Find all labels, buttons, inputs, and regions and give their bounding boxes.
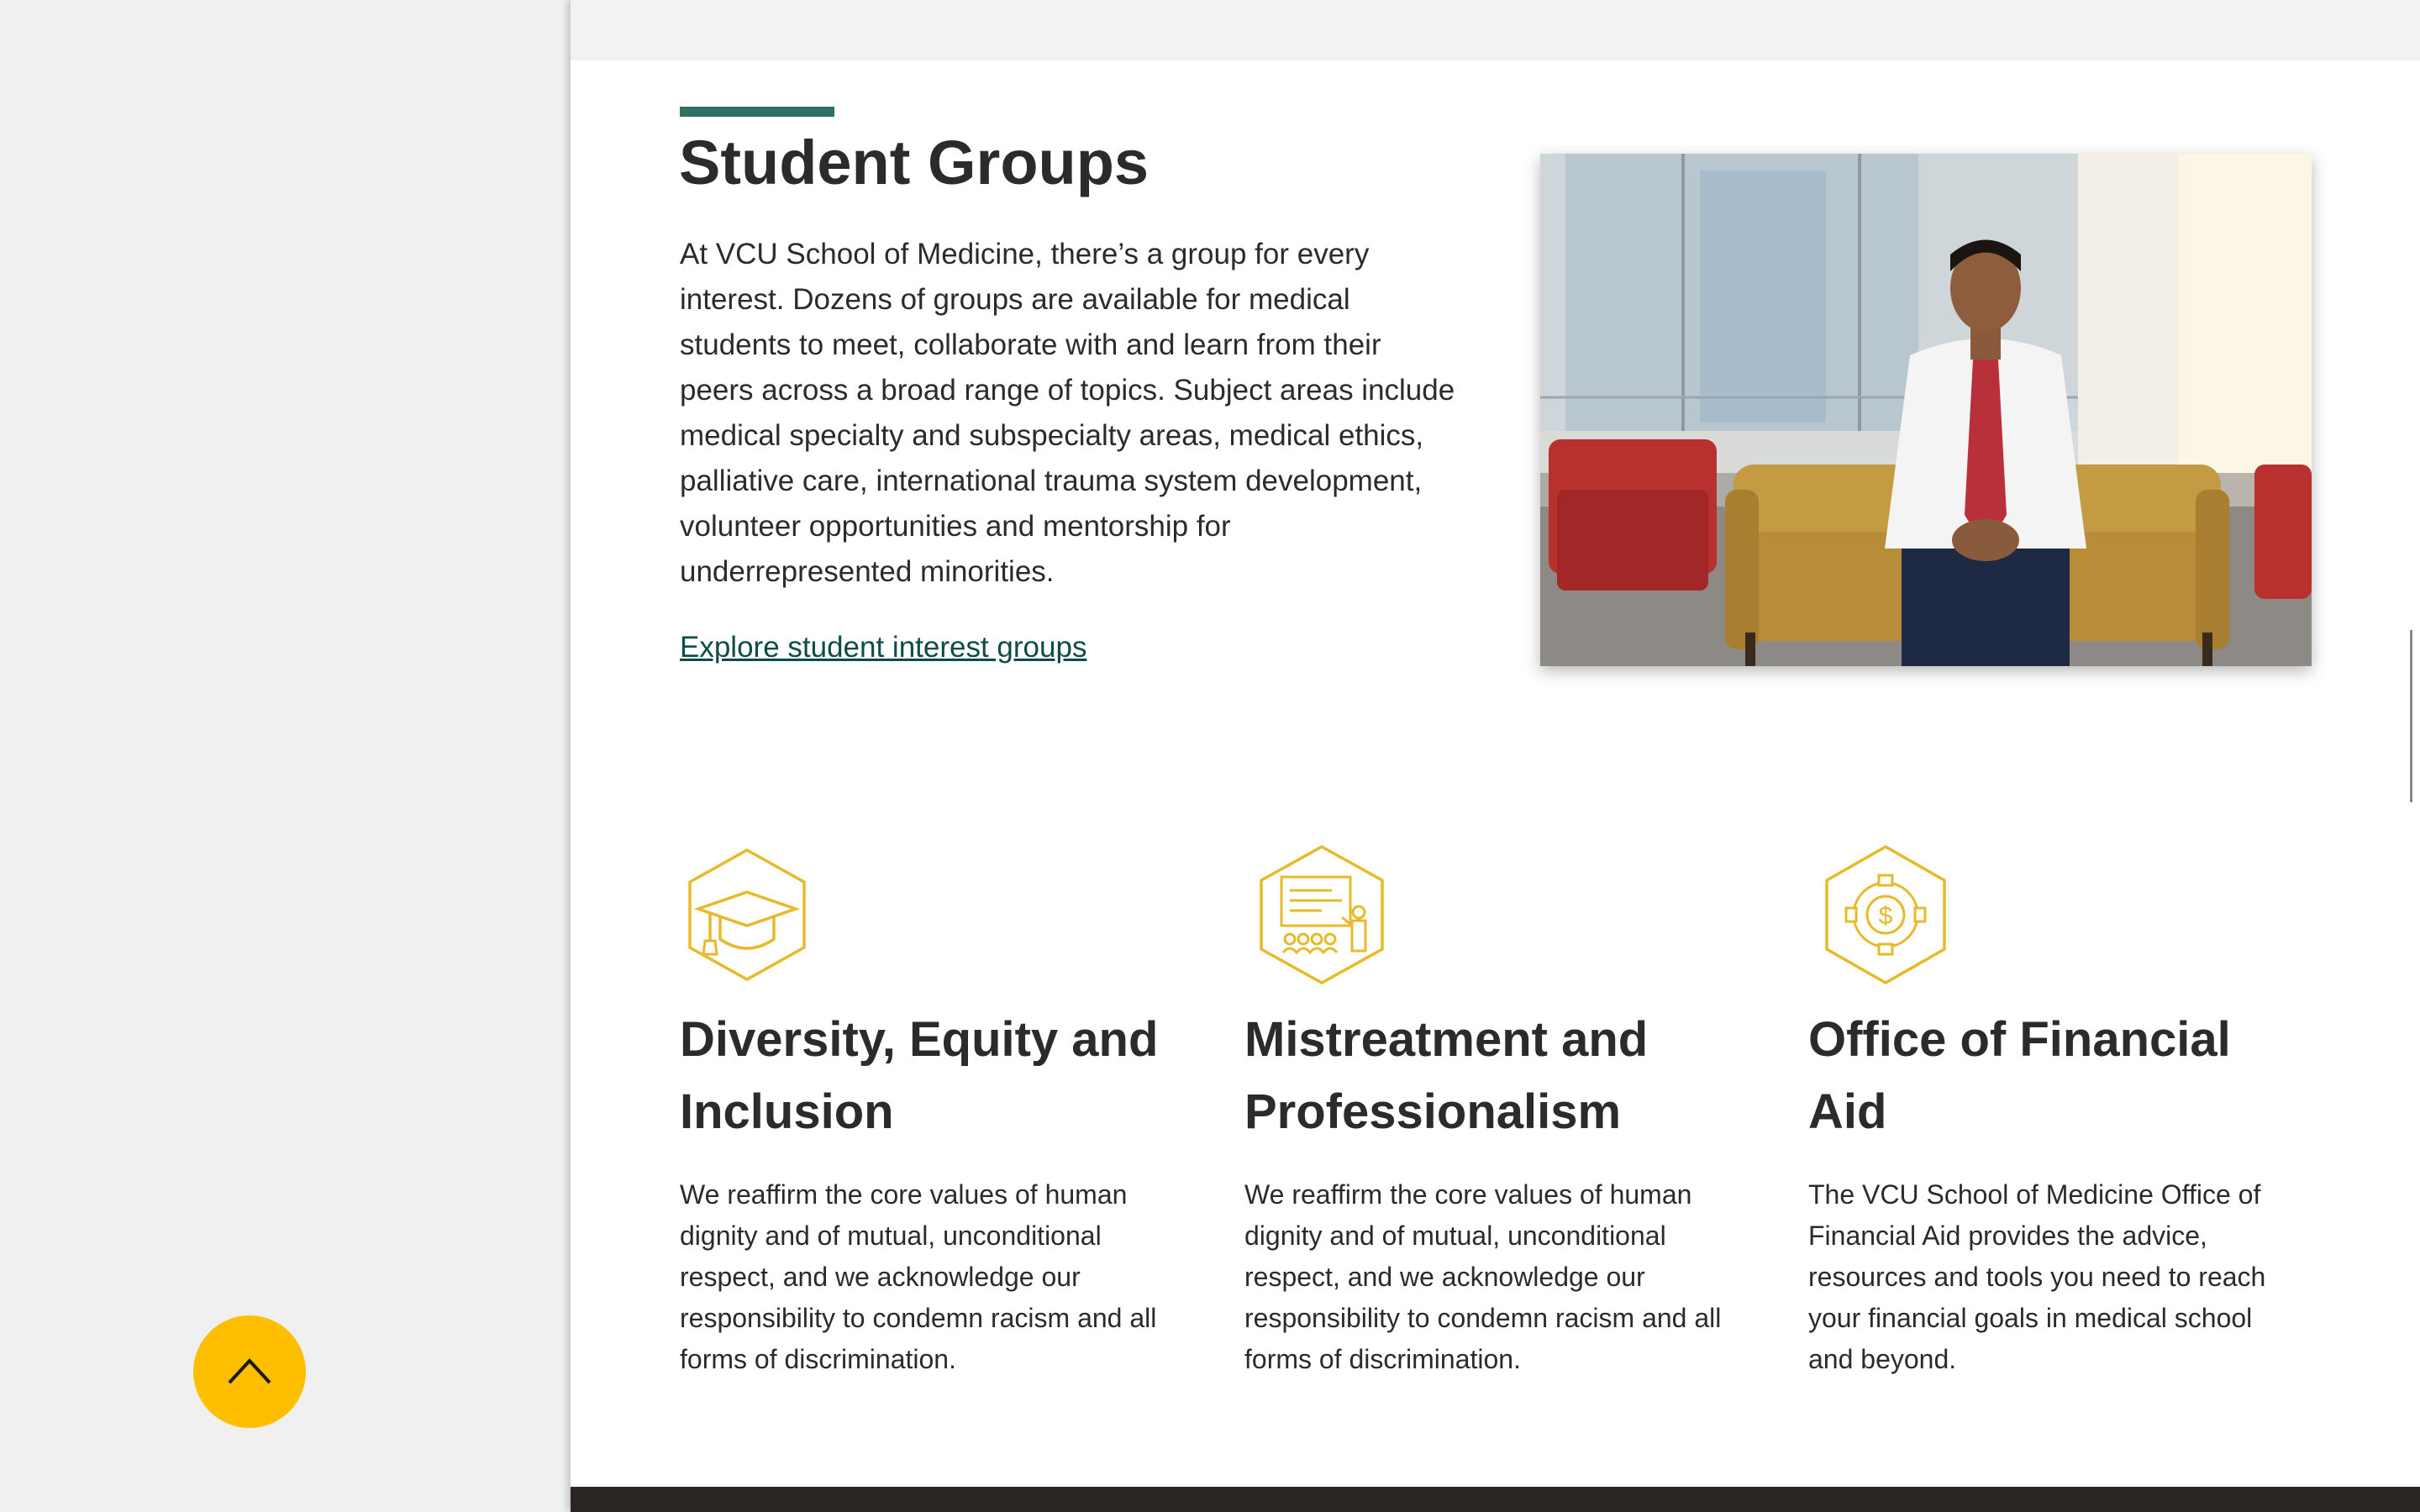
heading-accent-bar bbox=[680, 107, 834, 117]
presentation-audience-icon bbox=[1255, 840, 1389, 991]
section-intro: At VCU School of Medicine, there’s a gro… bbox=[680, 238, 1455, 588]
graduation-cap-icon bbox=[680, 840, 814, 991]
card-title: Mistreatment and Professionalism bbox=[1244, 1012, 1649, 1139]
student-photo bbox=[1540, 154, 2312, 666]
section-heading: Student Groups bbox=[679, 128, 1150, 197]
left-sidebar bbox=[0, 0, 570, 1512]
top-band bbox=[571, 0, 2420, 60]
card-title: Diversity, Equity and Inclusion bbox=[680, 1012, 1159, 1139]
dollar-gear-icon: $ bbox=[1818, 840, 1953, 991]
student-in-white-coat-photo bbox=[1540, 154, 2312, 666]
svg-text:$: $ bbox=[1879, 902, 1893, 930]
bottom-image-band bbox=[571, 1487, 2420, 1512]
card-body: We reaffirm the core values of human dig… bbox=[680, 1179, 1157, 1374]
card-title: Office of Financial Aid bbox=[1808, 1012, 2231, 1139]
explore-student-groups-link[interactable]: Explore student interest groups bbox=[680, 627, 1086, 669]
scrollbar-thumb[interactable] bbox=[2410, 630, 2412, 802]
main-content: Student Groups At VCU School of Medicine… bbox=[571, 0, 2420, 1512]
card-body: We reaffirm the core values of human dig… bbox=[1244, 1179, 1722, 1374]
chevron-up-icon bbox=[228, 1358, 271, 1384]
back-to-top-button[interactable] bbox=[193, 1315, 306, 1428]
card-body: The VCU School of Medicine Office of Fin… bbox=[1808, 1179, 2266, 1374]
